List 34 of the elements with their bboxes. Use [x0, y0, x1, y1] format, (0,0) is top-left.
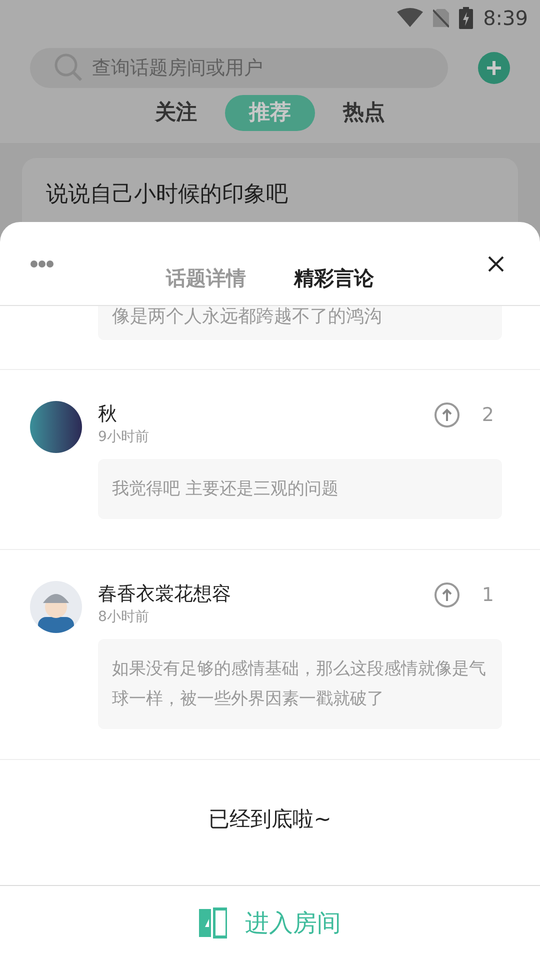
post-time: 8小时前 [98, 608, 150, 627]
user-name: 春香衣裳花想容 [98, 582, 232, 607]
sheet-tab[interactable]: 话题详情 [166, 263, 246, 293]
comment-text: 我觉得吧 主要还是三观的问题 [98, 459, 502, 519]
upvote-icon [434, 582, 460, 608]
end-of-list-text: 已经到底啦~ [208, 806, 332, 833]
battery-icon [459, 7, 474, 29]
wifi-icon [397, 8, 424, 28]
user-name: 秋 [98, 402, 118, 427]
post-time: 9小时前 [98, 428, 150, 447]
vote-count: 1 [482, 583, 494, 608]
topic-title: 说说自己小时候的印象吧 [46, 181, 289, 209]
vote-count: 2 [482, 403, 494, 428]
door-icon [199, 907, 227, 939]
upvote-button[interactable]: 1 [434, 581, 494, 610]
clock-time: 8:39 [483, 5, 528, 32]
comment-text: 像是两个人永远都跨越不了的鸿沟 [98, 306, 502, 340]
feed-tab[interactable]: 关注 [147, 95, 205, 131]
upvote-button[interactable]: 2 [434, 401, 494, 430]
sheet-tab[interactable]: 精彩言论 [294, 263, 374, 293]
add-button[interactable] [478, 52, 510, 84]
search-icon [54, 53, 84, 83]
feed-tab[interactable]: 推荐 [225, 95, 315, 131]
plus-icon [486, 60, 502, 76]
comment-text: 如果没有足够的感情基础，那么这段感情就像是气球一样，被一些外界因素一戳就破了 [98, 639, 502, 729]
search-field[interactable]: 查询话题房间或用户 [30, 48, 448, 88]
no-sim-icon [433, 8, 450, 28]
enter-room-button[interactable]: 进入房间 [199, 905, 341, 941]
feed-tab[interactable]: 热点 [335, 95, 393, 131]
more-icon[interactable] [30, 260, 54, 268]
user-avatar [30, 401, 82, 453]
upvote-icon [434, 402, 460, 428]
user-avatar [30, 581, 82, 633]
close-icon[interactable] [488, 256, 504, 272]
